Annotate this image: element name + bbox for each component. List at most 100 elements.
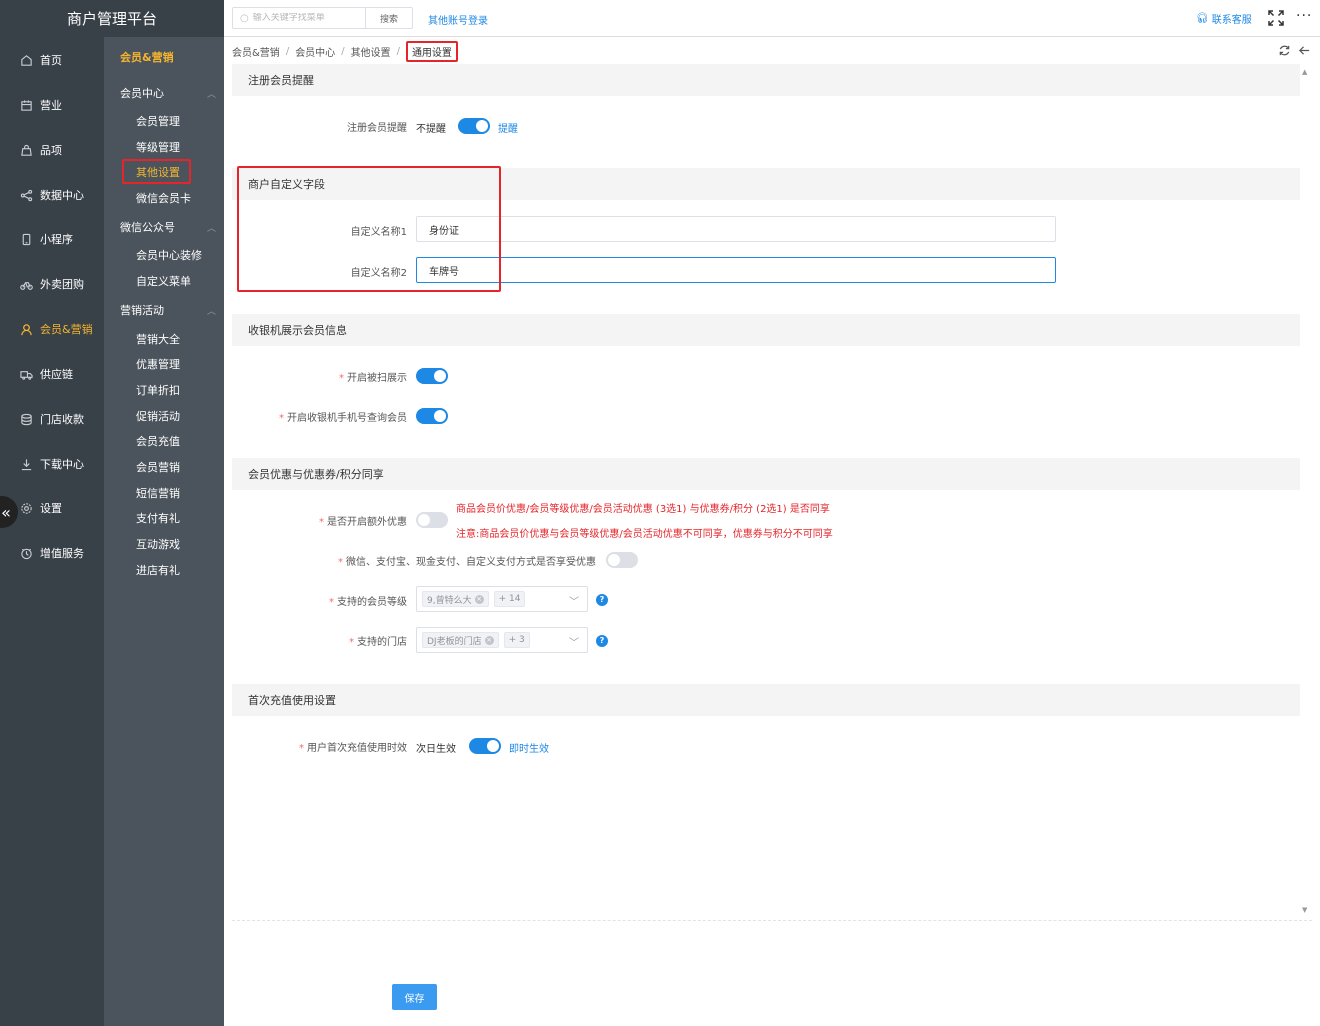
search-icon: ○ xyxy=(240,12,249,24)
help-icon[interactable]: ? xyxy=(596,635,608,647)
sidebar-item-business[interactable]: 营业 xyxy=(0,90,104,120)
scan-display-text: 开启被扫展示 xyxy=(347,373,407,384)
member-levels-select[interactable]: 9,曾特么大 × + 14 ﹀ xyxy=(416,586,588,612)
subnav-item-sms-marketing[interactable]: 短信营销 xyxy=(136,483,180,503)
top-bar: ○ 搜索 其他账号登录 🎧︎ 联系客服 ··· xyxy=(224,0,1320,37)
calendar-icon xyxy=(19,98,33,112)
chevron-down-icon: ﹀ xyxy=(569,597,579,608)
subnav-item-visit-gift[interactable]: 进店有礼 xyxy=(136,560,180,580)
more-options-icon[interactable]: ··· xyxy=(1296,8,1312,24)
double-chevron-left-icon: « xyxy=(1,502,11,522)
extra-discount-label: * 是否开启额外优惠 xyxy=(250,513,407,528)
subnav-item-marketing-all[interactable]: 营销大全 xyxy=(136,329,180,349)
extra-discount-note: 商品会员价优惠/会员等级优惠/会员活动优惠 (3选1) 与优惠券/积分 (2选1… xyxy=(456,504,830,515)
subnav-group-label: 微信公众号 xyxy=(120,221,175,234)
phone-query-toggle[interactable] xyxy=(416,408,448,424)
subnav-item-wechat-card[interactable]: 微信会员卡 xyxy=(136,188,191,208)
custom-field2-input[interactable] xyxy=(416,257,1056,283)
register-on-text: 提醒 xyxy=(498,124,518,135)
sidebar-item-member-marketing[interactable]: 会员&营销 xyxy=(0,314,104,344)
sidebar-item-download[interactable]: 下载中心 xyxy=(0,449,104,479)
sidebar-item-label: 品项 xyxy=(40,144,62,157)
sub-sidebar: 会员&营销 xyxy=(104,37,224,1026)
fullscreen-icon[interactable] xyxy=(1267,9,1285,27)
contact-service-label: 联系客服 xyxy=(1211,15,1252,26)
register-reminder-label: 注册会员提醒 xyxy=(347,123,407,134)
subnav-item-member-marketing[interactable]: 会员营销 xyxy=(136,457,180,477)
home-icon xyxy=(19,53,33,67)
extra-discount-warning: 注意:商品会员价优惠与会员等级优惠/会员活动优惠不可同享，优惠券与积分不可同享 xyxy=(456,529,833,540)
sidebar-item-products[interactable]: 品项 xyxy=(0,135,104,165)
sidebar-item-label: 门店收款 xyxy=(40,413,84,426)
breadcrumb-item[interactable]: 其他设置 xyxy=(351,44,391,59)
extra-discount-text: 是否开启额外优惠 xyxy=(327,517,407,528)
save-button[interactable]: 保存 xyxy=(392,984,437,1010)
recharge-on-text: 即时生效 xyxy=(509,744,549,755)
breadcrumb: 会员&营销 / 会员中心 / 其他设置 / 通用设置 xyxy=(232,40,458,62)
custom-field1-input[interactable] xyxy=(416,216,1056,242)
subnav-item-member-management[interactable]: 会员管理 xyxy=(136,111,180,131)
subnav-item-discount-management[interactable]: 优惠管理 xyxy=(136,354,180,374)
highlight-box xyxy=(122,159,191,184)
subnav-item-promotion[interactable]: 促销活动 xyxy=(136,406,180,426)
scroll-down-arrow[interactable]: ▼ xyxy=(1302,906,1307,914)
subnav-item-recharge[interactable]: 会员充值 xyxy=(136,431,180,451)
subnav-group-member-center[interactable]: 会员中心 ︿ xyxy=(120,83,216,103)
subnav-item-level-management[interactable]: 等级管理 xyxy=(136,137,180,157)
tag-close-icon[interactable]: × xyxy=(484,635,494,645)
breadcrumb-current: 通用设置 xyxy=(405,40,458,62)
selected-tag: DJ老板的门店 × xyxy=(422,632,499,648)
register-off-text: 不提醒 xyxy=(416,124,446,135)
section-header-recharge: 首次充值使用设置 xyxy=(232,684,1300,716)
recharge-timing-text: 用户首次充值使用时效 xyxy=(307,743,407,754)
breadcrumb-item[interactable]: 会员中心 xyxy=(295,44,335,59)
scroll-up-arrow[interactable]: ▲ xyxy=(1302,68,1307,76)
subnav-group-wechat-official[interactable]: 微信公众号 ︿ xyxy=(120,217,216,237)
search-button[interactable]: 搜索 xyxy=(365,7,413,29)
sidebar-item-supply-chain[interactable]: 供应链 xyxy=(0,359,104,389)
recharge-timing-toggle[interactable] xyxy=(469,738,501,754)
sidebar-item-mini-program[interactable]: 小程序 xyxy=(0,224,104,254)
sidebar-item-label: 供应链 xyxy=(40,368,73,381)
subnav-item-member-decoration[interactable]: 会员中心装修 xyxy=(136,245,202,265)
sidebar-item-store-payment[interactable]: 门店收款 xyxy=(0,404,104,434)
scan-display-toggle[interactable] xyxy=(416,368,448,384)
sidebar-item-value-added[interactable]: 增值服务 xyxy=(0,538,104,568)
back-arrow-icon[interactable] xyxy=(1298,44,1311,57)
phone-icon xyxy=(19,232,33,246)
breadcrumb-item[interactable]: 会员&营销 xyxy=(232,44,280,59)
chevron-up-icon: ︿ xyxy=(206,223,216,234)
subnav-group-marketing[interactable]: 营销活动 ︿ xyxy=(120,300,216,320)
sidebar-item-data-center[interactable]: 数据中心 xyxy=(0,180,104,210)
extra-discount-toggle[interactable] xyxy=(416,512,448,528)
sidebar-item-delivery[interactable]: 外卖团购 xyxy=(0,269,104,299)
selected-tag: 9,曾特么大 × xyxy=(422,591,489,607)
contact-service-link[interactable]: 🎧︎ 联系客服 xyxy=(1196,11,1252,26)
sidebar-item-home[interactable]: 首页 xyxy=(0,45,104,75)
truck-icon xyxy=(19,367,33,381)
other-account-login-link[interactable]: 其他账号登录 xyxy=(428,12,488,27)
subnav-item-order-discount[interactable]: 订单折扣 xyxy=(136,380,180,400)
subnav-group-label: 会员中心 xyxy=(120,87,164,100)
search-input[interactable] xyxy=(252,13,357,23)
section-header-sharing: 会员优惠与优惠券/积分同享 xyxy=(232,458,1300,490)
breadcrumb-separator: / xyxy=(396,45,400,57)
breadcrumb-separator: / xyxy=(341,45,345,57)
help-icon[interactable]: ? xyxy=(596,594,608,606)
headset-icon: 🎧︎ xyxy=(1196,13,1209,24)
gear-icon xyxy=(19,501,33,515)
user-icon xyxy=(19,322,33,336)
tag-close-icon[interactable]: × xyxy=(474,594,484,604)
payment-discount-toggle[interactable] xyxy=(606,552,638,568)
register-reminder-toggle[interactable] xyxy=(458,118,490,134)
stores-select[interactable]: DJ老板的门店 × + 3 ﹀ xyxy=(416,627,588,653)
required-mark: * xyxy=(338,557,343,568)
subnav-item-interactive-game[interactable]: 互动游戏 xyxy=(136,534,180,554)
sidebar-item-label: 数据中心 xyxy=(40,189,84,202)
subnav-item-custom-menu[interactable]: 自定义菜单 xyxy=(136,271,191,291)
refresh-icon[interactable] xyxy=(1278,44,1291,57)
required-mark: * xyxy=(339,373,344,384)
subnav-item-payment-gift[interactable]: 支付有礼 xyxy=(136,508,180,528)
more-count-tag: + 3 xyxy=(503,632,530,648)
phone-query-label: * 开启收银机手机号查询会员 xyxy=(250,409,407,424)
